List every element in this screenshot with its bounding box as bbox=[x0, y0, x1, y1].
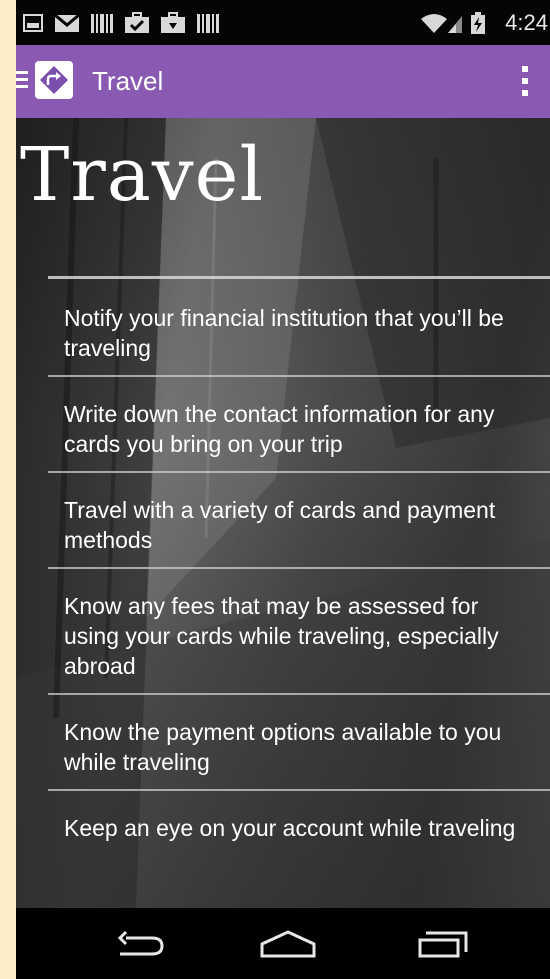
list-item[interactable]: Travel with a variety of cards and payme… bbox=[48, 471, 550, 567]
briefcase-check-icon bbox=[125, 12, 149, 33]
briefcase-download-icon bbox=[161, 12, 185, 33]
list-item[interactable]: Write down the contact information for a… bbox=[48, 375, 550, 471]
home-icon[interactable] bbox=[258, 928, 318, 960]
action-bar: Travel bbox=[16, 45, 550, 118]
content-area[interactable]: Travel Notify your financial institution… bbox=[16, 118, 550, 908]
list-item[interactable]: Know the payment options available to yo… bbox=[48, 693, 550, 789]
status-time: 4:24 bbox=[505, 10, 548, 35]
list-item[interactable]: Keep an eye on your account while travel… bbox=[48, 789, 550, 855]
barcode-icon bbox=[91, 14, 113, 33]
tip-text: Know any fees that may be assessed for u… bbox=[64, 593, 499, 679]
battery-charging-icon bbox=[471, 12, 485, 34]
app-logo-icon[interactable] bbox=[35, 61, 73, 99]
page-title: Travel bbox=[20, 132, 265, 218]
tip-text: Notify your financial institution that y… bbox=[64, 305, 504, 361]
list-item[interactable]: Notify your financial institution that y… bbox=[48, 276, 550, 375]
system-nav-bar bbox=[16, 908, 550, 979]
picture-icon bbox=[23, 14, 43, 32]
recent-apps-icon[interactable] bbox=[416, 928, 472, 960]
overflow-menu-icon[interactable] bbox=[520, 65, 530, 97]
action-bar-title: Travel bbox=[92, 66, 164, 96]
status-bar: 4:24 bbox=[16, 0, 550, 45]
tip-text: Keep an eye on your account while travel… bbox=[64, 815, 516, 841]
wifi-signal-icon bbox=[421, 14, 462, 33]
gmail-icon bbox=[54, 13, 80, 32]
list-item[interactable]: Know any fees that may be assessed for u… bbox=[48, 567, 550, 693]
tip-text: Travel with a variety of cards and payme… bbox=[64, 497, 496, 553]
barcode-icon bbox=[197, 14, 219, 33]
tip-text: Write down the contact information for a… bbox=[64, 401, 495, 457]
tips-list: Notify your financial institution that y… bbox=[48, 276, 550, 855]
back-icon[interactable] bbox=[112, 928, 166, 960]
tip-text: Know the payment options available to yo… bbox=[64, 719, 502, 775]
phone-screen: 4:24 Travel Travel Notify your financial… bbox=[16, 0, 550, 979]
nav-drawer-icon[interactable] bbox=[16, 69, 30, 91]
